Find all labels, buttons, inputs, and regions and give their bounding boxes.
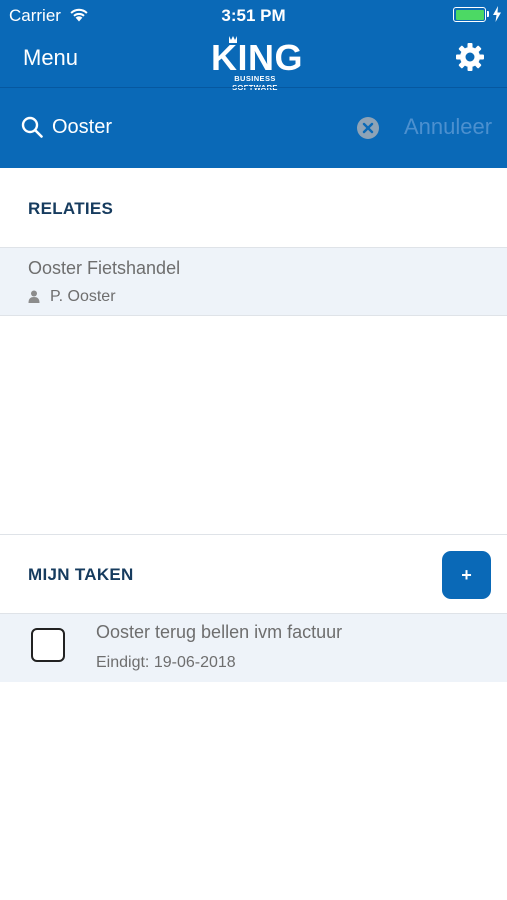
status-bar: Carrier 3:51 PM <box>0 0 507 30</box>
relatie-contact: P. Ooster <box>50 288 116 305</box>
relaties-header: RELATIES <box>0 168 507 247</box>
person-icon <box>28 290 40 303</box>
logo-name: KING <box>211 37 303 78</box>
charging-icon <box>493 6 501 22</box>
cancel-button[interactable]: Annuleer <box>404 114 492 140</box>
battery-tip <box>487 11 489 17</box>
relatie-list-item[interactable]: Ooster Fietshandel P. Ooster <box>0 248 507 315</box>
add-task-button[interactable]: + <box>442 551 491 599</box>
king-logo: KING BUSINESS SOFTWARE <box>211 34 303 92</box>
menu-button[interactable]: Menu <box>23 45 78 71</box>
battery-level <box>455 9 484 20</box>
task-list-item[interactable]: Ooster terug bellen ivm factuur Eindigt:… <box>0 614 507 682</box>
gear-icon[interactable] <box>455 42 485 72</box>
task-checkbox[interactable] <box>31 628 65 662</box>
logo-subtitle: BUSINESS SOFTWARE <box>232 74 277 92</box>
section-title-relaties: RELATIES <box>28 199 114 218</box>
search-input[interactable] <box>52 112 342 142</box>
clock: 3:51 PM <box>221 6 286 25</box>
task-title: Ooster terug bellen ivm factuur <box>96 622 343 642</box>
battery-icon <box>453 7 486 22</box>
clear-icon[interactable] <box>357 117 379 139</box>
nav-divider <box>0 87 507 88</box>
section-title-taken: MIJN TAKEN <box>28 565 134 584</box>
relatie-name: Ooster Fietshandel <box>28 258 181 278</box>
taken-header: MIJN TAKEN <box>0 535 507 613</box>
task-due-date: Eindigt: 19-06-2018 <box>96 654 236 671</box>
divider <box>0 315 507 316</box>
search-icon <box>21 116 43 138</box>
